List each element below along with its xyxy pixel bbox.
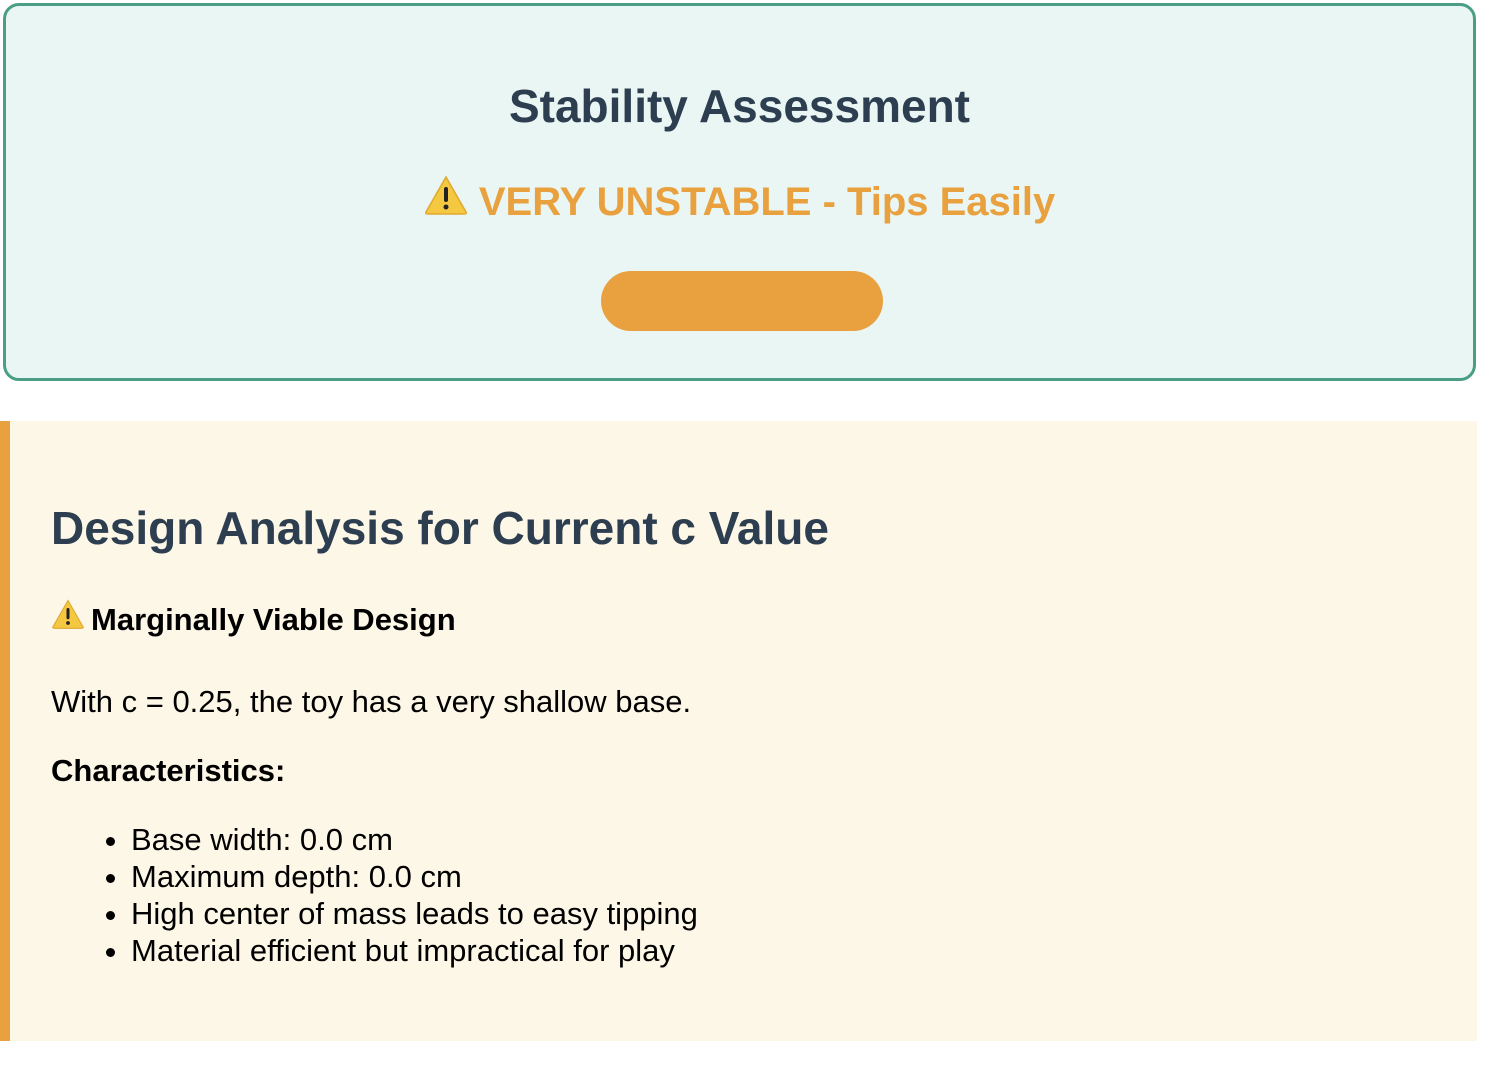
list-item: High center of mass leads to easy tippin…	[131, 895, 698, 932]
list-item: Maximum depth: 0.0 cm	[131, 858, 698, 895]
stability-title: Stability Assessment	[508, 80, 971, 132]
stability-status-text: VERY UNSTABLE - Tips Easily	[478, 180, 1056, 224]
design-analysis-panel: Design Analysis for Current c Value Marg…	[0, 421, 1477, 1041]
viability-text: Marginally Viable Design	[91, 602, 456, 637]
list-item: Base width: 0.0 cm	[131, 821, 698, 858]
analysis-title: Design Analysis for Current c Value	[51, 502, 829, 554]
characteristics-label: Characteristics:	[51, 753, 286, 788]
list-item: Material efficient but impractical for p…	[131, 932, 698, 969]
warning-icon	[424, 175, 468, 226]
viability-heading: Marginally Viable Design	[51, 599, 456, 641]
analysis-summary: With c = 0.25, the toy has a very shallo…	[51, 684, 692, 719]
characteristics-list: Base width: 0.0 cm Maximum depth: 0.0 cm…	[91, 821, 698, 969]
stability-assessment-card: Stability Assessment VERY UNSTABLE - Tip…	[3, 3, 1476, 381]
stability-status: VERY UNSTABLE - Tips Easily	[6, 175, 1473, 230]
warning-icon	[51, 599, 85, 638]
stability-indicator-bar	[601, 271, 883, 331]
